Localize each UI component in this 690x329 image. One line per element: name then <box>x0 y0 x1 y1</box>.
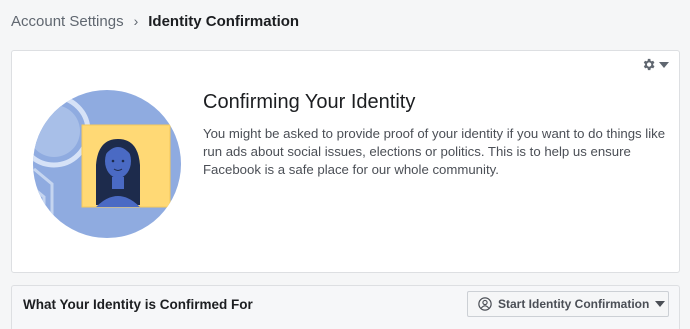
identity-illustration <box>32 89 182 239</box>
page-title: Identity Confirmation <box>148 12 300 30</box>
confirmed-for-section: What Your Identity is Confirmed For Star… <box>11 285 680 329</box>
breadcrumb-account-settings-link[interactable]: Account Settings <box>11 13 124 30</box>
breadcrumb: Account Settings › Identity Confirmation <box>11 11 299 31</box>
start-identity-confirmation-button[interactable]: Start Identity Confirmation <box>467 291 669 317</box>
card-description: You might be asked to provide proof of y… <box>203 126 666 177</box>
settings-menu-button[interactable] <box>641 57 669 72</box>
user-circle-icon <box>478 297 492 311</box>
identity-info-card: Confirming Your Identity You might be as… <box>11 50 680 273</box>
start-identity-confirmation-label: Start Identity Confirmation <box>498 297 650 311</box>
caret-down-icon <box>655 301 666 307</box>
card-title: Confirming Your Identity <box>203 91 416 113</box>
section-title: What Your Identity is Confirmed For <box>23 297 253 312</box>
caret-down-icon <box>659 61 669 68</box>
gear-icon <box>641 57 656 72</box>
breadcrumb-separator: › <box>133 13 139 29</box>
